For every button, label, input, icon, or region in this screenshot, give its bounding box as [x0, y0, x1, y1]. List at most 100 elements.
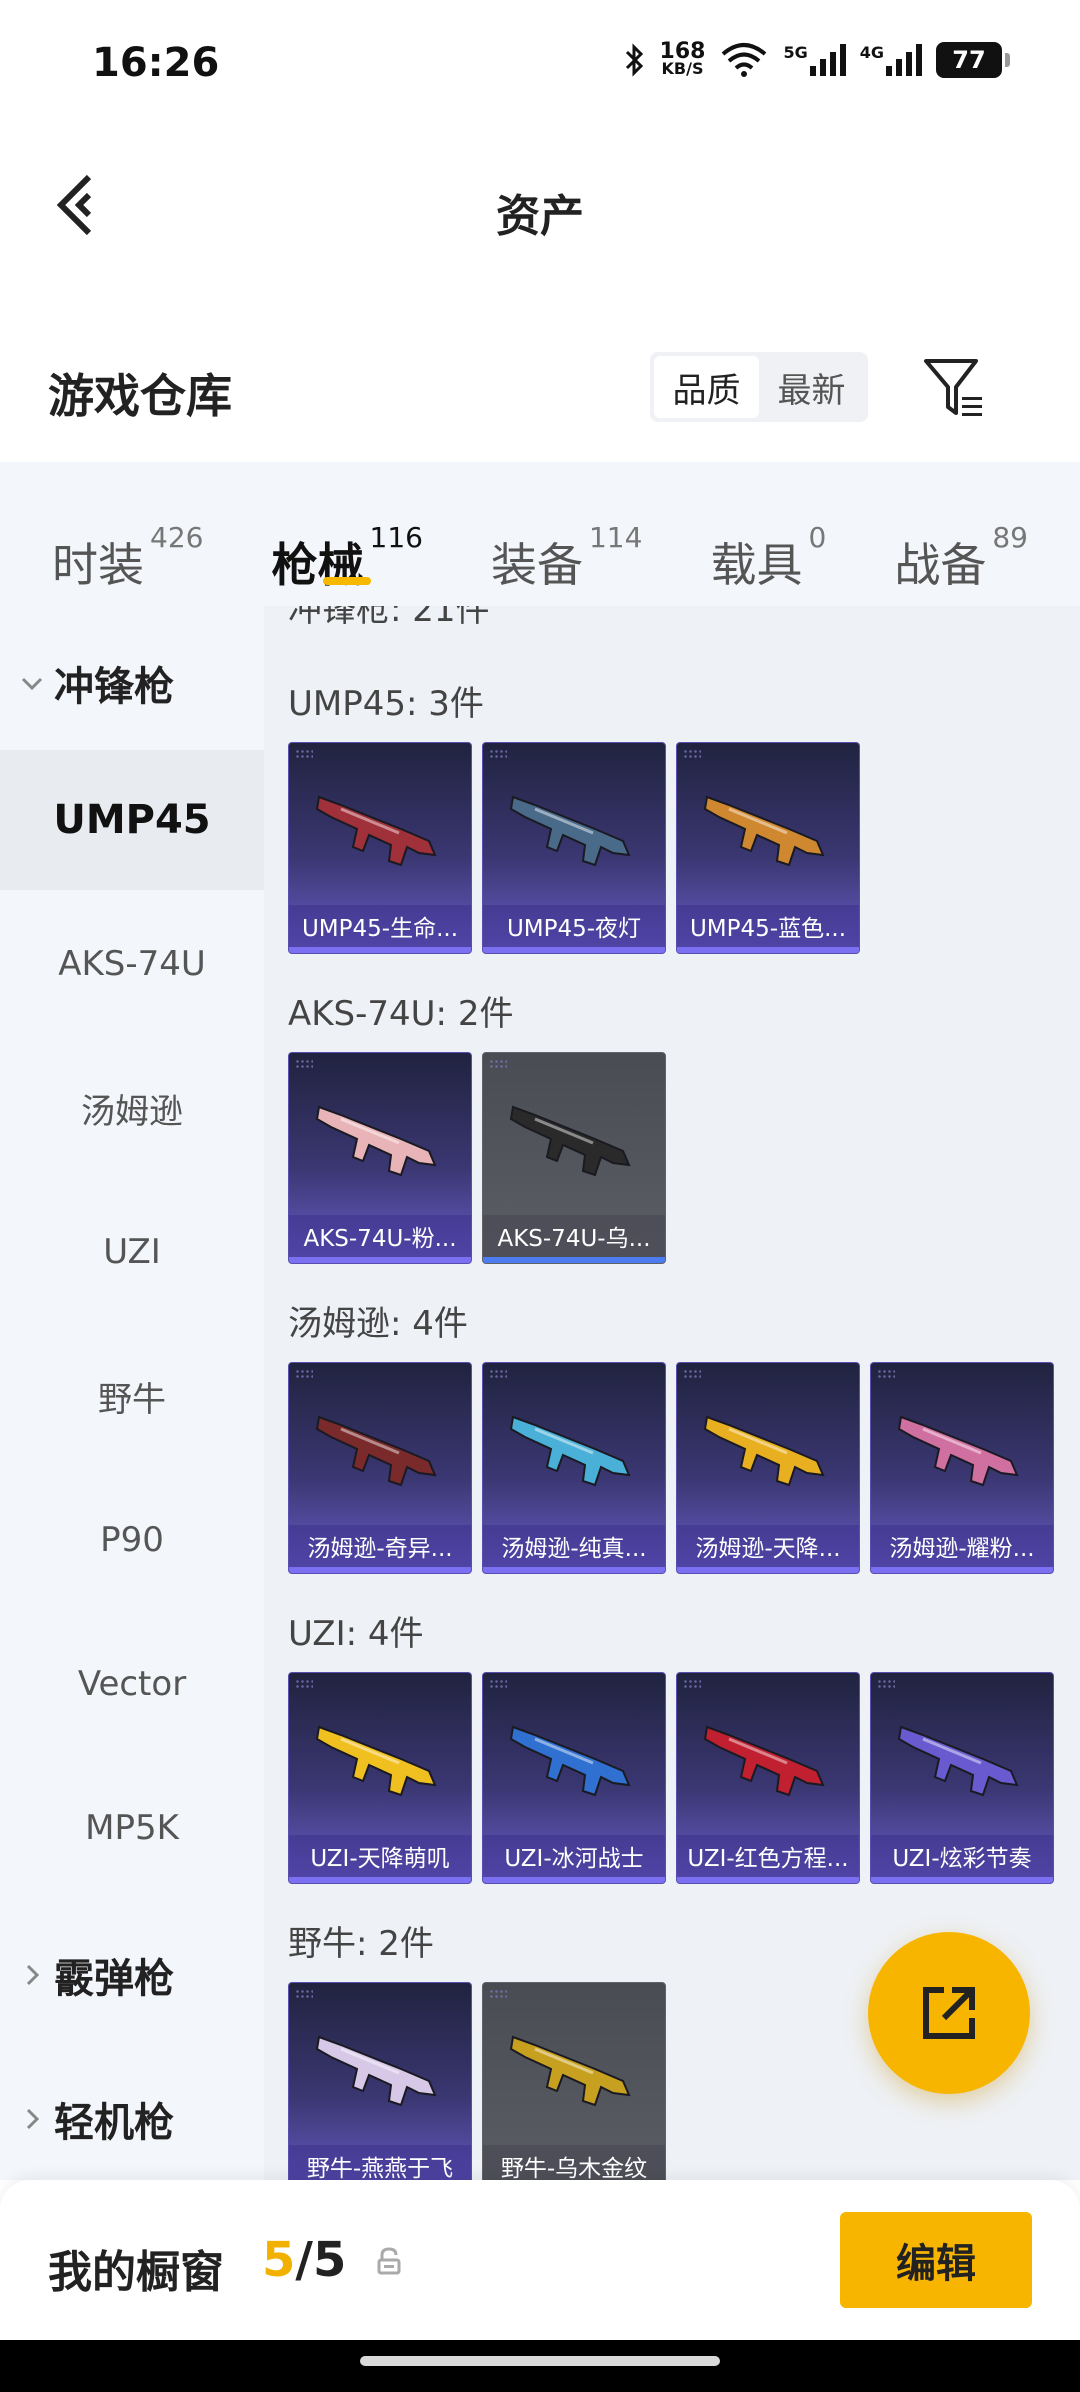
network-speed: 168 KB/S: [659, 39, 706, 78]
rarity-bar: [289, 1257, 471, 1263]
weapon-card-label: AKS-74U-粉...: [289, 1215, 471, 1257]
weapon-card-label: UZI-红色方程...: [677, 1835, 859, 1877]
page-header: 资产: [0, 130, 1080, 280]
home-indicator[interactable]: [360, 2356, 720, 2366]
share-button[interactable]: [868, 1932, 1030, 2094]
sidebar-item-uzi[interactable]: UZI: [0, 1182, 264, 1322]
weapon-sidebar: 冲锋枪 UMP45 AKS-74U 汤姆逊 UZI 野牛 P90 Vector …: [0, 606, 264, 2180]
card-decoration: [489, 749, 507, 759]
weapon-card-label: UZI-天降萌叽: [289, 1835, 471, 1877]
group-title-aks74u: AKS-74U: 2件: [288, 994, 514, 1034]
weapon-card[interactable]: UZI-冰河战士: [482, 1672, 666, 1884]
rarity-bar: [483, 1257, 665, 1263]
weapon-card[interactable]: UMP45-夜灯: [482, 742, 666, 954]
weapon-card-label: 汤姆逊-天降...: [677, 1525, 859, 1567]
sidebar-item-thompson[interactable]: 汤姆逊: [0, 1038, 264, 1178]
tab-vehicles[interactable]: 载具 0: [710, 489, 826, 592]
weapon-card[interactable]: 汤姆逊-纯真...: [482, 1362, 666, 1574]
chevron-down-icon: [21, 677, 43, 691]
weapon-icon: [315, 795, 437, 867]
card-decoration: [489, 1059, 507, 1069]
weapon-card[interactable]: 汤姆逊-奇异...: [288, 1362, 472, 1574]
sort-quality-button[interactable]: 品质: [654, 356, 759, 418]
rarity-bar: [289, 947, 471, 953]
sidebar-item-aks74u[interactable]: AKS-74U: [0, 894, 264, 1034]
tab-guns[interactable]: 枪械 116: [272, 489, 423, 592]
card-decoration: [683, 1679, 701, 1689]
tab-supplies[interactable]: 战备 89: [894, 489, 1028, 592]
weapon-icon: [315, 1105, 437, 1177]
external-link-icon: [923, 1987, 975, 2039]
group-title-ump45: UMP45: 3件: [288, 684, 484, 724]
card-decoration: [489, 1679, 507, 1689]
category-tabs: 时装 426 枪械 116 装备 114 载具 0 战备 89: [0, 462, 1080, 606]
sort-newest-button[interactable]: 最新: [759, 356, 864, 418]
weapon-card[interactable]: AKS-74U-乌...: [482, 1052, 666, 1264]
chevron-right-icon: [26, 1964, 40, 1986]
card-decoration: [683, 1369, 701, 1379]
sidebar-item-mp5k[interactable]: MP5K: [0, 1758, 264, 1898]
weapon-icon: [509, 1415, 631, 1487]
status-time: 16:26: [92, 40, 220, 86]
chevron-right-icon: [26, 2108, 40, 2130]
edit-button[interactable]: 编辑: [840, 2212, 1032, 2308]
group-cards-aks74u: AKS-74U-粉... AKS-74U-乌...: [288, 1052, 666, 1264]
weapon-card[interactable]: AKS-74U-粉...: [288, 1052, 472, 1264]
group-title-bizon: 野牛: 2件: [288, 1924, 434, 1964]
weapon-card-label: 汤姆逊-耀粉...: [871, 1525, 1053, 1567]
weapon-icon: [315, 1415, 437, 1487]
weapon-icon: [509, 2035, 631, 2107]
rarity-bar: [483, 947, 665, 953]
tab-active-indicator: [323, 577, 372, 585]
rarity-bar: [289, 1567, 471, 1573]
sidebar-item-bizon[interactable]: 野牛: [0, 1326, 264, 1466]
weapon-card[interactable]: UZI-炫彩节奏: [870, 1672, 1054, 1884]
weapon-card[interactable]: 野牛-乌木金纹: [482, 1982, 666, 2180]
tab-fashion[interactable]: 时装 426: [52, 489, 203, 592]
card-decoration: [295, 1059, 313, 1069]
weapon-card-label: 汤姆逊-奇异...: [289, 1525, 471, 1567]
weapon-card[interactable]: UZI-天降萌叽: [288, 1672, 472, 1884]
sidebar-category-smg[interactable]: 冲锋枪: [20, 654, 174, 712]
weapon-card[interactable]: 野牛-燕燕于飞: [288, 1982, 472, 2180]
weapon-icon: [315, 1725, 437, 1797]
weapon-card[interactable]: 汤姆逊-耀粉...: [870, 1362, 1054, 1574]
bluetooth-icon: [625, 43, 643, 77]
filter-icon[interactable]: [920, 355, 986, 421]
group-cards-bizon: 野牛-燕燕于飞 野牛-乌木金纹: [288, 1982, 666, 2180]
status-icons: 168 KB/S 5G 4G 77: [624, 39, 1010, 78]
weapon-card[interactable]: 汤姆逊-天降...: [676, 1362, 860, 1574]
weapon-card-label: UMP45-夜灯: [483, 905, 665, 947]
sidebar-category-shotgun[interactable]: 霰弹枪: [20, 1946, 174, 2004]
weapon-icon: [703, 1415, 825, 1487]
weapon-icon: [315, 2035, 437, 2107]
sidebar-item-ump45[interactable]: UMP45: [0, 750, 264, 890]
weapon-card[interactable]: UMP45-生命...: [288, 742, 472, 954]
weapon-card-label: UZI-冰河战士: [483, 1835, 665, 1877]
card-decoration: [489, 1989, 507, 1999]
sidebar-category-lmg[interactable]: 轻机枪: [20, 2090, 174, 2148]
rarity-bar: [871, 1877, 1053, 1883]
wifi-icon: [722, 43, 767, 77]
weapon-card-label: UMP45-生命...: [289, 905, 471, 947]
showcase-label: 我的橱窗: [48, 2247, 224, 2298]
tab-equipment[interactable]: 装备 114: [491, 489, 642, 592]
weapon-card-label: 野牛-燕燕于飞: [289, 2145, 471, 2180]
sidebar-item-vector[interactable]: Vector: [0, 1614, 264, 1754]
card-decoration: [489, 1369, 507, 1379]
rarity-bar: [483, 1877, 665, 1883]
weapon-card[interactable]: UZI-红色方程...: [676, 1672, 860, 1884]
signal-4g-icon: 4G: [860, 44, 922, 76]
sidebar-item-p90[interactable]: P90: [0, 1470, 264, 1610]
showcase-count: 5/5: [262, 2232, 347, 2288]
weapon-card-label: AKS-74U-乌...: [483, 1215, 665, 1257]
rarity-bar: [871, 1567, 1053, 1573]
weapon-icon: [897, 1415, 1019, 1487]
card-decoration: [295, 1369, 313, 1379]
weapon-card[interactable]: UMP45-蓝色...: [676, 742, 860, 954]
status-bar: 16:26 168 KB/S 5G 4G 77: [0, 0, 1080, 130]
lock-icon: [377, 2247, 401, 2275]
weapon-card-label: 野牛-乌木金纹: [483, 2145, 665, 2180]
group-cards-uzi: UZI-天降萌叽 UZI-冰河战士 UZI-红色方程... UZI-炫彩节奏: [288, 1672, 1054, 1884]
group-title-thompson: 汤姆逊: 4件: [288, 1304, 468, 1344]
